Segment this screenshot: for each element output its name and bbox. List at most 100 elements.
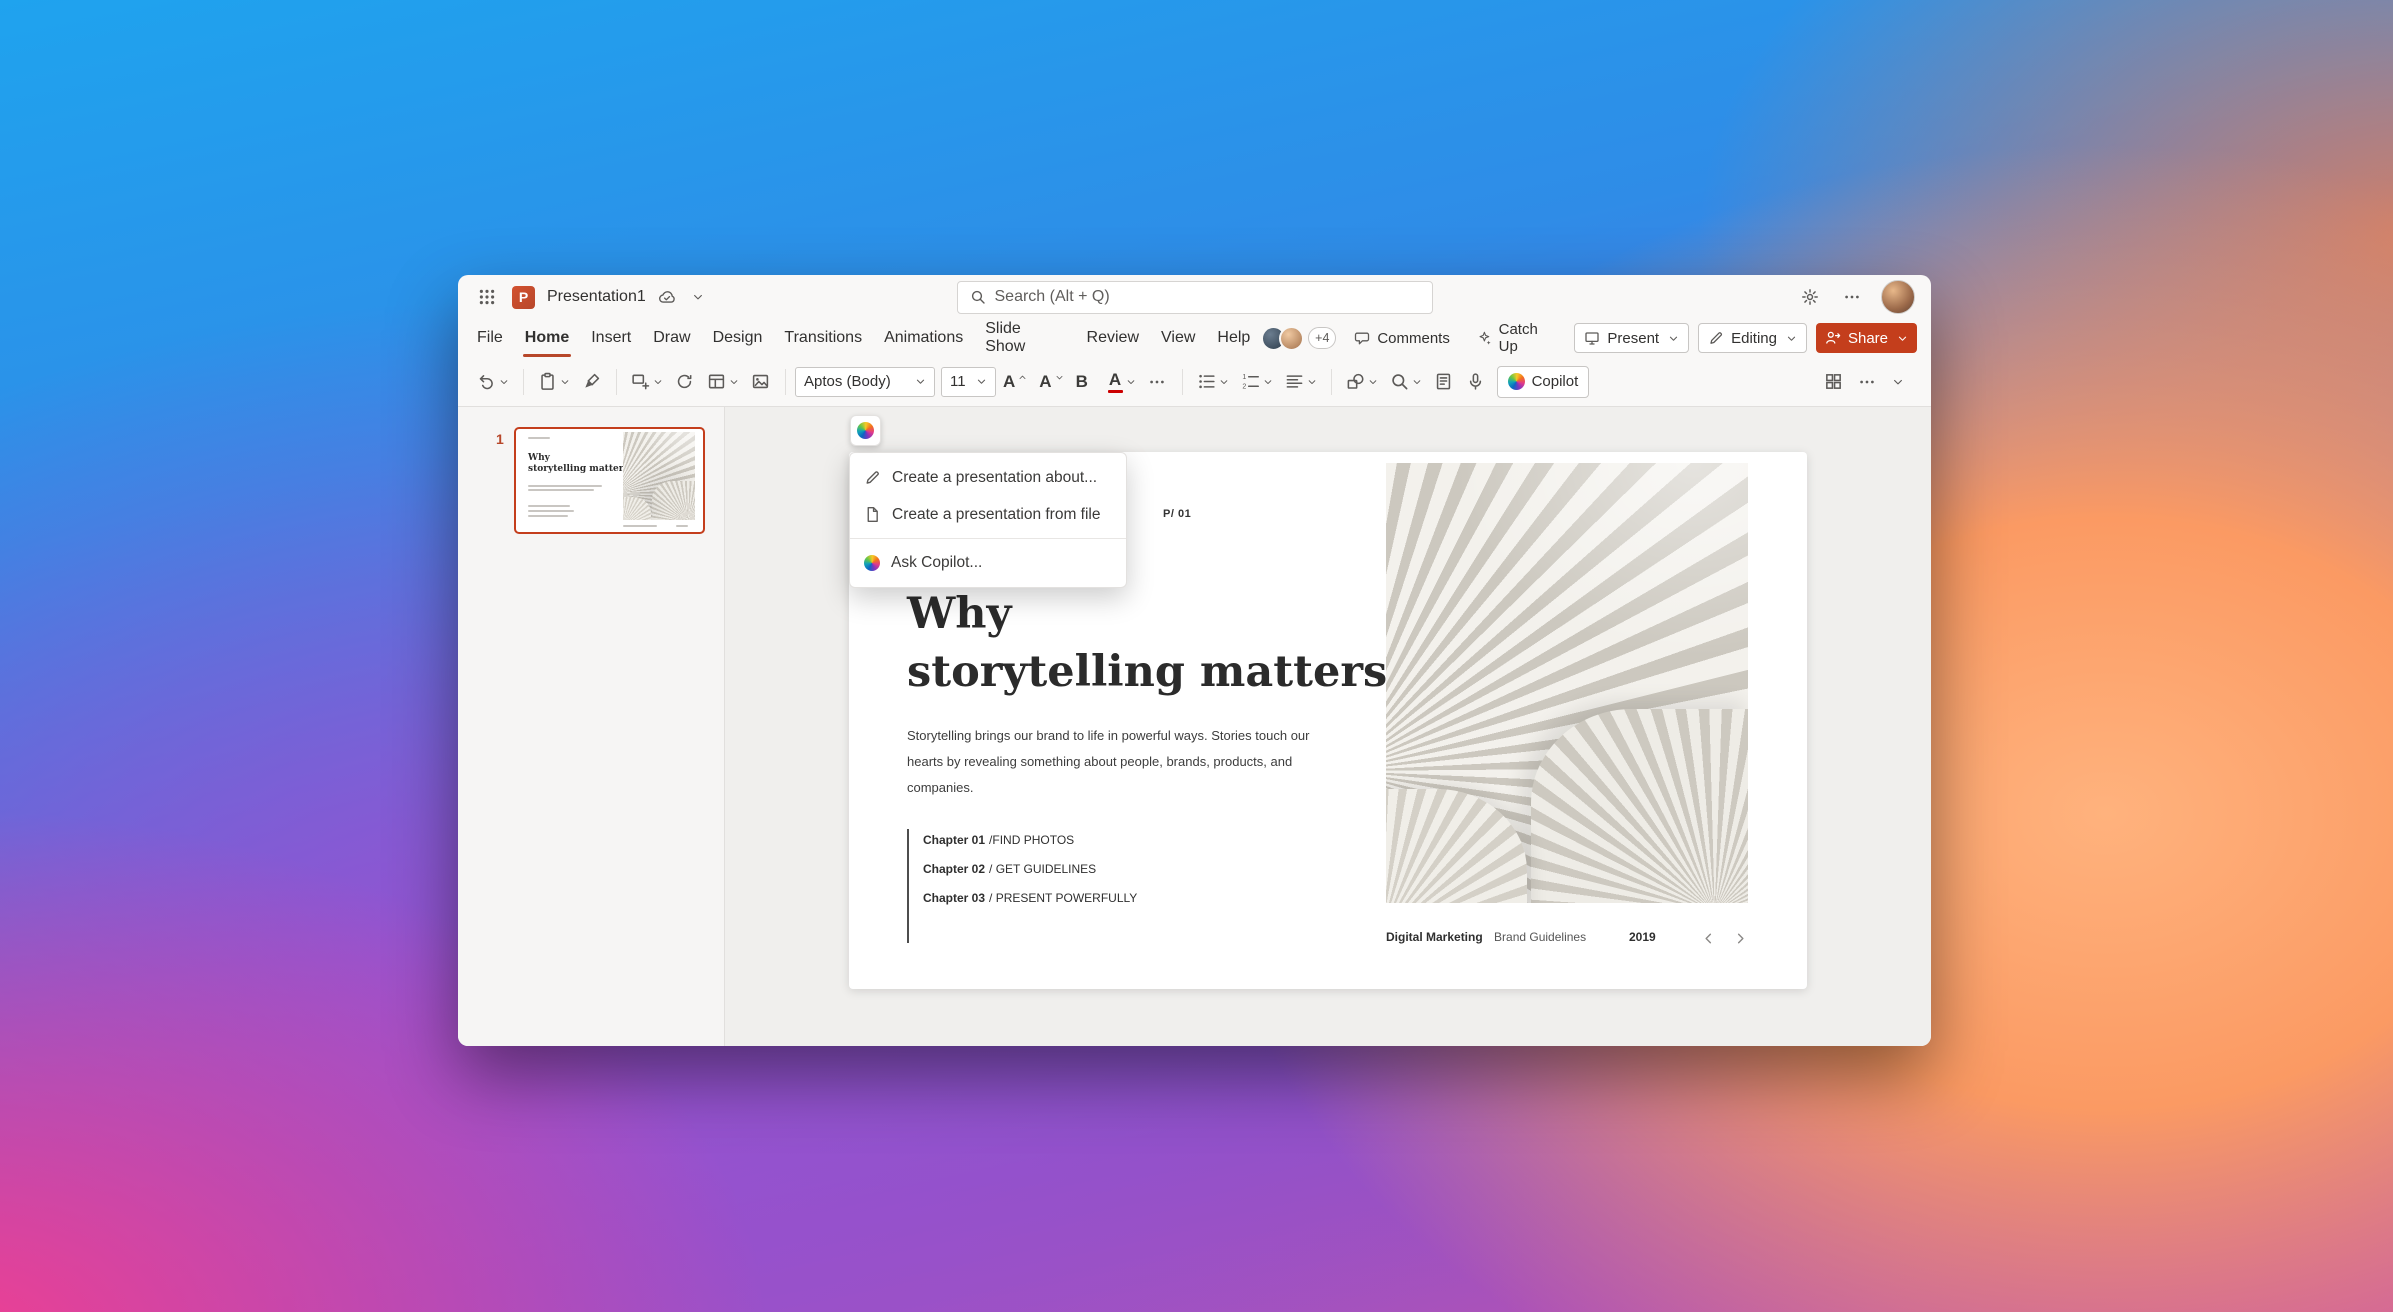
chevron-down-icon	[976, 376, 987, 387]
copilot-floating-button[interactable]	[850, 415, 881, 446]
tab-insert[interactable]: Insert	[580, 319, 642, 357]
comment-icon	[1354, 330, 1370, 346]
cloud-saved-icon	[658, 288, 676, 306]
file-icon	[864, 506, 881, 523]
next-page-button[interactable]	[1733, 931, 1748, 946]
bullets-button[interactable]	[1192, 366, 1234, 398]
font-color-button[interactable]: A	[1103, 366, 1141, 398]
tab-draw[interactable]: Draw	[642, 319, 701, 357]
chevron-down-icon	[1126, 377, 1136, 387]
tab-slide-show[interactable]: Slide Show	[974, 319, 1075, 357]
copilot-button[interactable]: Copilot	[1497, 366, 1590, 398]
dictate-button[interactable]	[1461, 366, 1491, 398]
toolbar-separator	[1331, 369, 1332, 395]
format-painter-button[interactable]	[577, 366, 607, 398]
chapter-item-2[interactable]: Chapter 02/ GET GUIDELINES	[923, 862, 1096, 876]
more-font-options-button[interactable]	[1143, 366, 1173, 398]
slide-page-label[interactable]: P/ 01	[1163, 508, 1191, 520]
slide-thumbnail-panel: 1 Why storytelling matters	[458, 407, 725, 1046]
share-button[interactable]: Share	[1816, 323, 1917, 353]
editor-button[interactable]	[1429, 366, 1459, 398]
chevron-down-icon	[499, 377, 509, 387]
font-color-swatch: A	[1108, 371, 1123, 393]
footer-year[interactable]: 2019	[1629, 930, 1656, 944]
copilot-icon	[857, 422, 874, 439]
toolbar-separator	[785, 369, 786, 395]
tab-help[interactable]: Help	[1206, 319, 1261, 357]
titlebar-more-button[interactable]	[1839, 284, 1865, 310]
paste-button[interactable]	[533, 366, 575, 398]
chevron-down-icon	[1786, 333, 1797, 344]
powerpoint-window: P Presentation1	[458, 275, 1931, 1046]
settings-button[interactable]	[1797, 284, 1823, 310]
powerpoint-logo-letter: P	[519, 289, 528, 305]
search-input[interactable]	[995, 288, 1420, 306]
slide-photo-paper-fans[interactable]	[1386, 463, 1748, 903]
chevron-down-icon	[1412, 377, 1422, 387]
slide-thumbnail-1[interactable]: Why storytelling matters	[514, 427, 705, 534]
collapse-ribbon-button[interactable]	[1887, 366, 1917, 398]
account-avatar[interactable]	[1881, 280, 1915, 314]
menu-item-create-presentation-about[interactable]: Create a presentation about...	[850, 459, 1126, 496]
bold-button[interactable]: B	[1071, 366, 1101, 398]
shapes-button[interactable]	[1341, 366, 1383, 398]
comments-button[interactable]: Comments	[1345, 323, 1459, 353]
reset-slide-button[interactable]	[670, 366, 700, 398]
picture-button[interactable]	[746, 366, 776, 398]
work-area: 1 Why storytelling matters	[458, 407, 1931, 1046]
layout-icon	[707, 372, 726, 391]
chevron-down-icon	[692, 291, 704, 303]
search-box[interactable]	[957, 281, 1433, 314]
chevron-down-icon	[1892, 376, 1904, 388]
tab-review[interactable]: Review	[1076, 319, 1150, 357]
font-size-select[interactable]: 11	[941, 367, 996, 397]
tab-transitions[interactable]: Transitions	[773, 319, 873, 357]
grow-font-button[interactable]: A	[998, 366, 1032, 398]
chevron-down-icon	[1897, 333, 1908, 344]
undo-button[interactable]	[472, 366, 514, 398]
chapter-item-3[interactable]: Chapter 03/ PRESENT POWERFULLY	[923, 891, 1137, 905]
powerpoint-logo[interactable]: P	[512, 286, 535, 309]
previous-page-button[interactable]	[1701, 931, 1716, 946]
font-name-select[interactable]: Aptos (Body)	[795, 367, 935, 397]
brush-icon	[582, 372, 601, 391]
new-slide-button[interactable]	[626, 366, 668, 398]
app-launcher-button[interactable]	[474, 284, 500, 310]
reset-icon	[675, 372, 694, 391]
collaborator-avatar-2[interactable]	[1279, 326, 1304, 351]
more-icon	[1858, 373, 1876, 391]
tab-design[interactable]: Design	[702, 319, 774, 357]
shrink-font-button[interactable]: A	[1034, 366, 1068, 398]
align-button[interactable]	[1280, 366, 1322, 398]
slide-body-text[interactable]: Storytelling brings our brand to life in…	[907, 723, 1322, 801]
more-commands-button[interactable]	[1853, 366, 1883, 398]
toolbar-separator	[616, 369, 617, 395]
tab-file[interactable]: File	[466, 319, 514, 357]
present-button[interactable]: Present	[1574, 323, 1689, 353]
tab-home[interactable]: Home	[514, 319, 580, 357]
catch-up-button[interactable]: Catch Up	[1468, 323, 1566, 353]
tab-view[interactable]: View	[1150, 319, 1206, 357]
slide-title[interactable]: Why storytelling matters	[907, 586, 1387, 701]
footer-doc-name[interactable]: Brand Guidelines	[1494, 930, 1586, 944]
editing-mode-button[interactable]: Editing	[1698, 323, 1807, 353]
chevron-down-icon	[915, 376, 926, 387]
chevron-down-icon	[653, 377, 663, 387]
menu-item-ask-copilot[interactable]: Ask Copilot...	[850, 544, 1126, 581]
more-icon	[1148, 373, 1166, 391]
find-button[interactable]	[1385, 366, 1427, 398]
designer-button[interactable]	[1819, 366, 1849, 398]
footer-brand[interactable]: Digital Marketing	[1386, 930, 1483, 944]
collaborators-extra-badge[interactable]: +4	[1308, 327, 1336, 349]
tab-animations[interactable]: Animations	[873, 319, 974, 357]
document-title[interactable]: Presentation1	[547, 288, 646, 306]
slide-layout-button[interactable]	[702, 366, 744, 398]
chapter-item-1[interactable]: Chapter 01/FIND PHOTOS	[923, 833, 1074, 847]
chevron-right-icon	[1733, 931, 1748, 946]
chevron-down-icon	[1219, 377, 1229, 387]
menu-item-create-presentation-from-file[interactable]: Create a presentation from file	[850, 496, 1126, 533]
numbering-button[interactable]	[1236, 366, 1278, 398]
chevron-left-icon	[1701, 931, 1716, 946]
title-dropdown-button[interactable]	[688, 287, 708, 307]
more-icon	[1843, 288, 1861, 306]
